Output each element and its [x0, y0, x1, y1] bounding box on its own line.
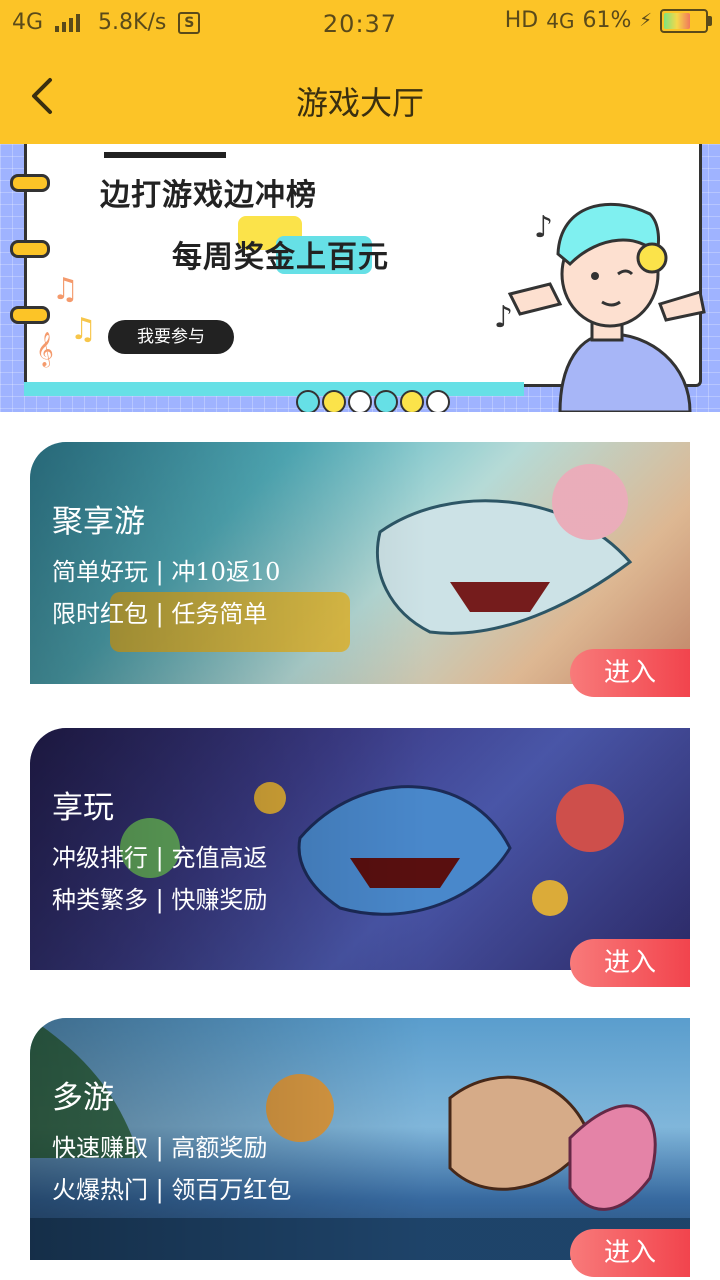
game-tagline: 冲级排行 | 充值高返 [52, 844, 268, 872]
treble-clef-icon: 𝄞 [36, 332, 54, 367]
game-title: 聚享游 [52, 504, 145, 540]
banner-subheadline: 每周奖金上百元 [172, 240, 389, 275]
game-tagline: 限时红包 | 任务简单 [52, 600, 268, 628]
hd-indicator: HD [504, 8, 539, 33]
music-note-icon: ♫ [70, 312, 97, 347]
game-tagline: 火爆热门 | 领百万红包 [52, 1176, 292, 1204]
status-bar: 4G 5.8K/s S 20:37 HD 4G 61% ⚡ [0, 0, 720, 50]
game-card-xiangwan[interactable]: 享玩 冲级排行 | 充值高返 种类繁多 | 快赚奖励 [30, 728, 690, 970]
enter-button[interactable]: 进入 [570, 1229, 690, 1277]
page-title: 游戏大厅 [295, 84, 424, 122]
enter-button[interactable]: 进入 [570, 649, 690, 697]
banner-headline: 边打游戏边冲榜 [100, 178, 317, 213]
game-tagline: 种类繁多 | 快赚奖励 [52, 886, 268, 914]
network-type-right: 4G [546, 8, 575, 33]
game-card-duoyou[interactable]: 多游 快速赚取 | 高额奖励 火爆热门 | 领百万红包 [30, 1018, 690, 1260]
binder-ring [10, 240, 50, 258]
music-note-icon: ♫ [52, 272, 79, 307]
enter-button[interactable]: 进入 [570, 939, 690, 987]
banner-dots [296, 390, 450, 412]
promo-banner[interactable]: 边打游戏边冲榜 每周奖金上百元 我要参与 ♫ ♫ 𝄞 ♪ ♪ [0, 144, 720, 412]
character-illustration [507, 202, 706, 412]
battery-icon [660, 8, 712, 33]
game-title: 多游 [52, 1080, 114, 1116]
game-title: 享玩 [52, 790, 114, 826]
charging-icon: ⚡ [639, 10, 652, 31]
binder-ring [10, 174, 50, 192]
join-button[interactable]: 我要参与 [108, 320, 234, 354]
game-tagline: 快速赚取 | 高额奖励 [52, 1134, 268, 1162]
game-tagline: 简单好玩 | 冲10返10 [52, 558, 281, 586]
game-card-juxiangyou[interactable]: 聚享游 简单好玩 | 冲10返10 限时红包 | 任务简单 [30, 442, 690, 684]
battery-percent: 61% [582, 8, 632, 33]
banner-decor-line [104, 152, 226, 158]
binder-ring [10, 306, 50, 324]
app-header: 4G 5.8K/s S 20:37 HD 4G 61% ⚡ 游戏大厅 [0, 0, 720, 144]
